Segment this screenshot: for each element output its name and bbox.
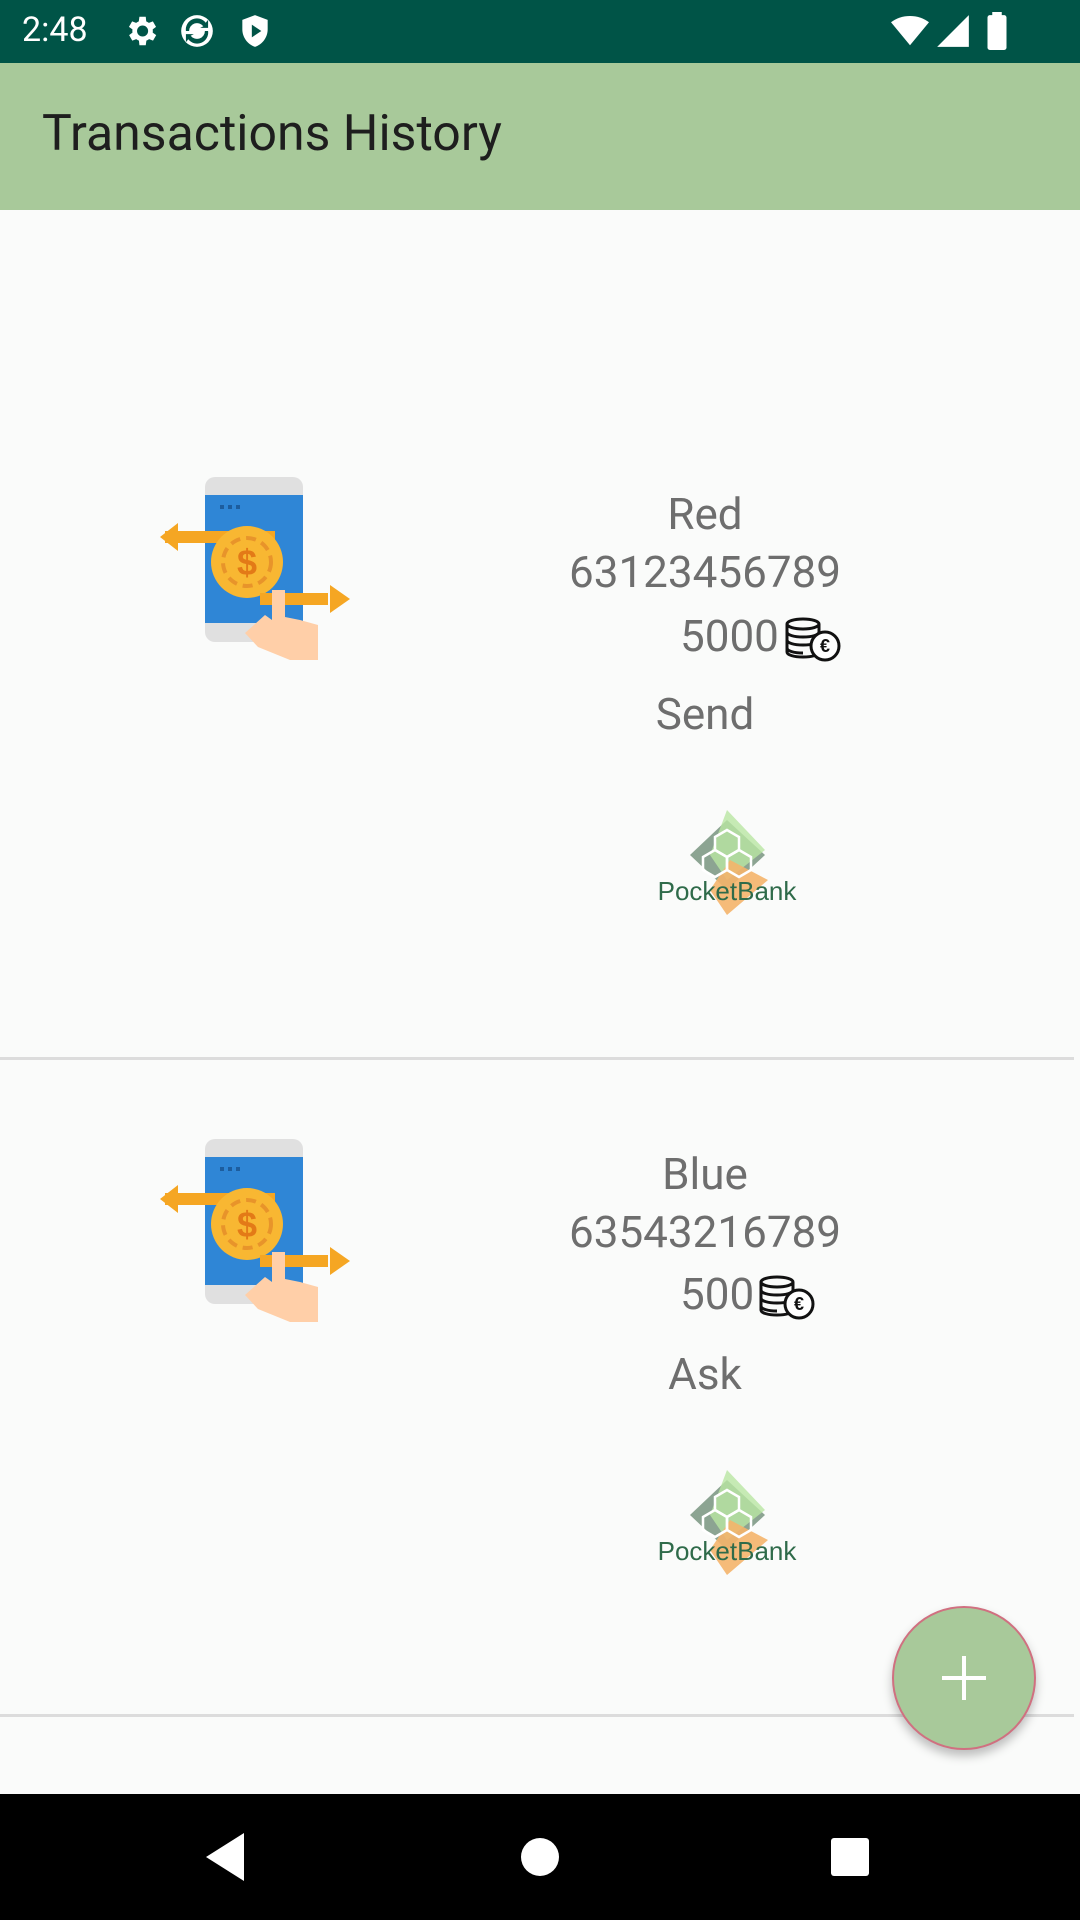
wifi-icon — [891, 15, 929, 46]
svg-text:PocketBank: PocketBank — [658, 1536, 798, 1566]
recents-icon[interactable] — [820, 1827, 880, 1887]
svg-text:PocketBank: PocketBank — [658, 876, 798, 906]
sync-icon — [181, 15, 213, 47]
settings-icon — [128, 16, 157, 46]
page-title: Transactions History — [42, 105, 502, 163]
recipient-name: Blue — [662, 1148, 748, 1200]
status-time: 2:48 — [22, 10, 88, 50]
euro-coins-icon: € — [759, 1275, 815, 1320]
plus-icon — [942, 1656, 986, 1700]
signal-icon — [937, 15, 969, 47]
svg-text:€: € — [794, 1294, 804, 1314]
back-icon[interactable] — [196, 1827, 256, 1887]
amount: 5000 — [680, 610, 779, 662]
home-icon[interactable] — [510, 1827, 570, 1887]
phone-number: 63543216789 — [568, 1206, 841, 1258]
list-item[interactable]: $ Blue 63543216789 500 € Ask PocketBank — [0, 1060, 1080, 1717]
app-bar: Transactions History — [0, 63, 1080, 210]
list-item[interactable]: $ Red 63123456789 5000 € Send PocketBank — [0, 210, 1080, 1060]
svg-text:$: $ — [237, 1204, 257, 1245]
amount: 500 — [680, 1268, 755, 1320]
transaction-type: Send — [655, 688, 755, 740]
pocketbank-logo: PocketBank — [658, 1470, 798, 1575]
add-transaction-button[interactable] — [892, 1606, 1036, 1750]
svg-text:$: $ — [237, 542, 257, 583]
recipient-name: Red — [667, 488, 743, 540]
phone-number: 63123456789 — [568, 546, 841, 598]
shield-icon — [242, 15, 268, 47]
euro-coins-icon: € — [785, 617, 841, 662]
phone-money-transfer-icon: $ — [160, 477, 350, 660]
phone-money-transfer-icon: $ — [160, 1139, 350, 1322]
pocketbank-logo: PocketBank — [658, 810, 798, 915]
transaction-list: $ Red 63123456789 5000 € Send PocketBank… — [0, 210, 1080, 1717]
navigation-bar — [0, 1794, 1080, 1920]
transaction-type: Ask — [668, 1348, 742, 1400]
status-bar: 2:48 — [0, 0, 1080, 63]
battery-icon — [987, 12, 1007, 50]
svg-text:€: € — [820, 636, 830, 656]
